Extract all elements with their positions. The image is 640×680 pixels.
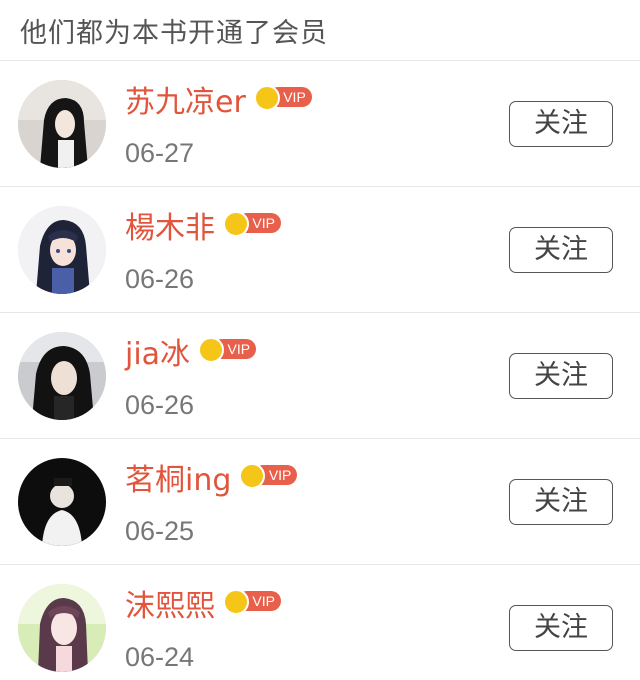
vip-badge: VIP [223,589,283,615]
member-date: 06-26 [125,264,195,294]
member-name[interactable]: 楊木非 [125,209,215,249]
avatar[interactable] [18,332,106,420]
member-name[interactable]: 苏九凉er [125,83,246,123]
vip-badge: VIP [198,337,258,363]
vip-badge: VIP [223,211,283,237]
crown-icon [198,337,225,363]
member-name[interactable]: jia冰 [125,335,190,375]
follow-button[interactable]: 关注 [509,605,613,651]
crown-icon [223,211,249,237]
vip-badge: VIP [253,85,314,111]
follow-button[interactable]: 关注 [509,479,613,525]
follow-button[interactable]: 关注 [509,353,613,399]
avatar[interactable] [18,584,106,672]
follow-button[interactable]: 关注 [509,101,613,147]
list-item[interactable]: 沫熙熙 VIP 06-24 关注 [0,565,640,680]
avatar[interactable] [18,80,106,168]
member-date: 06-24 [125,642,195,672]
member-date: 06-25 [125,516,195,546]
avatar[interactable] [18,458,106,546]
avatar[interactable] [18,206,106,294]
list-item[interactable]: 苏九凉er VIP 06-27 关注 [0,61,640,187]
crown-icon [239,463,266,489]
member-name[interactable]: 茗桐ing [125,461,231,501]
page-title: 他们都为本书开通了会员 [0,0,640,61]
member-date: 06-27 [125,138,195,168]
member-date: 06-26 [125,390,195,420]
member-name[interactable]: 沫熙熙 [125,587,215,627]
list-item[interactable]: 楊木非 VIP 06-26 关注 [0,187,640,313]
member-list: 苏九凉er VIP 06-27 关注 楊木非 VIP 06-26 关注 jia冰… [0,61,640,680]
vip-badge: VIP [239,463,299,489]
follow-button[interactable]: 关注 [509,227,613,273]
list-item[interactable]: jia冰 VIP 06-26 关注 [0,313,640,439]
crown-icon [223,589,249,615]
crown-icon [253,85,280,111]
list-item[interactable]: 茗桐ing VIP 06-25 关注 [0,439,640,565]
